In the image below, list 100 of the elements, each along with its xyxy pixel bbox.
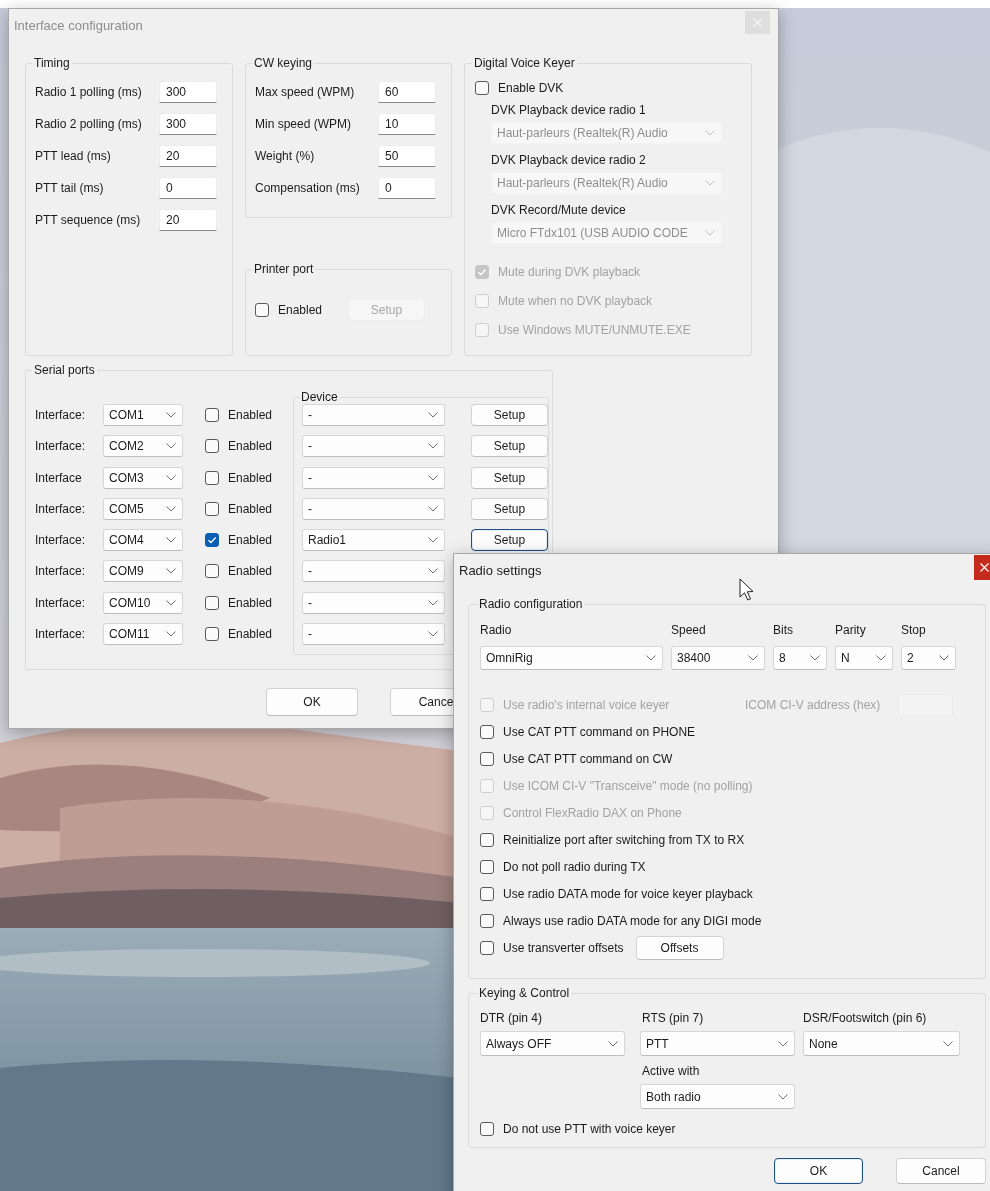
- field-label: PTT lead (ms): [35, 148, 112, 164]
- setup-button[interactable]: Setup: [471, 404, 548, 426]
- input-field[interactable]: 50: [378, 145, 436, 167]
- caret-icon: [166, 599, 176, 606]
- checkbox[interactable]: [255, 303, 269, 317]
- checkbox-label[interactable]: Do not use PTT with voice keyer: [503, 1121, 676, 1137]
- input-field[interactable]: 20: [159, 145, 217, 167]
- dropdown[interactable]: -: [302, 497, 445, 520]
- checkbox[interactable]: [205, 533, 219, 548]
- dropdown[interactable]: -: [302, 560, 445, 583]
- group-title: Device: [300, 390, 339, 404]
- caret-icon: [166, 631, 176, 638]
- dropdown[interactable]: PTT: [640, 1031, 795, 1056]
- checkbox-label[interactable]: Enabled: [228, 532, 273, 549]
- checkbox-label[interactable]: Do not poll radio during TX: [503, 859, 646, 875]
- checkbox-label[interactable]: Enabled: [228, 594, 273, 611]
- field-label: ICOM CI-V address (hex): [745, 697, 882, 713]
- field-label: Parity: [835, 622, 867, 638]
- checkbox-label[interactable]: Use CAT PTT command on PHONE: [503, 724, 696, 740]
- setup-button[interactable]: Setup: [471, 529, 548, 552]
- input-field[interactable]: 300: [159, 81, 217, 103]
- dropdown[interactable]: N: [835, 646, 893, 670]
- checkbox[interactable]: [480, 860, 494, 874]
- dropdown[interactable]: 2: [901, 646, 956, 670]
- checkbox[interactable]: [205, 627, 219, 642]
- checkbox-label[interactable]: Use radio DATA mode for voice keyer playback: [503, 886, 753, 902]
- checkbox[interactable]: [480, 941, 494, 955]
- input-field[interactable]: 0: [378, 177, 436, 199]
- checkbox[interactable]: [205, 470, 219, 485]
- caret-icon: [608, 1040, 618, 1047]
- checkbox[interactable]: [205, 501, 219, 516]
- dropdown[interactable]: COM9: [103, 560, 183, 583]
- dropdown[interactable]: Always OFF: [480, 1031, 625, 1056]
- dropdown[interactable]: COM2: [103, 435, 183, 458]
- caret-icon: [428, 537, 438, 544]
- checkbox-label[interactable]: Enabled: [228, 626, 273, 643]
- checkbox[interactable]: [475, 81, 489, 95]
- dropdown[interactable]: COM11: [103, 623, 183, 646]
- field-label: Interface:: [35, 563, 87, 580]
- checkbox-label[interactable]: Enabled: [228, 407, 273, 423]
- checkbox-label[interactable]: Use transverter offsets: [503, 940, 624, 956]
- checkbox[interactable]: [480, 1122, 494, 1136]
- group-title: Serial ports: [33, 363, 96, 377]
- dropdown[interactable]: None: [803, 1031, 960, 1056]
- dropdown[interactable]: Radio1: [302, 529, 445, 552]
- input-field[interactable]: 300: [159, 113, 217, 135]
- input-field[interactable]: 10: [378, 113, 436, 135]
- checkbox[interactable]: [205, 564, 219, 579]
- caret-icon: [428, 631, 438, 638]
- dropdown[interactable]: -: [302, 435, 445, 458]
- dropdown[interactable]: COM10: [103, 591, 183, 614]
- dropdown[interactable]: -: [302, 623, 445, 646]
- dropdown[interactable]: 8: [773, 646, 827, 670]
- dropdown[interactable]: -: [302, 591, 445, 614]
- checkbox-label[interactable]: Reinitialize port after switching from TX to RX: [503, 832, 745, 848]
- dropdown[interactable]: COM1: [103, 404, 183, 426]
- checkbox-label[interactable]: Enabled: [278, 302, 323, 318]
- field-label: Speed: [671, 622, 707, 638]
- caret-icon: [939, 655, 949, 661]
- caret-icon: [428, 505, 438, 512]
- checkbox[interactable]: [205, 439, 219, 454]
- dropdown[interactable]: Both radio: [640, 1084, 795, 1109]
- field-label: Radio: [480, 622, 513, 638]
- input-field[interactable]: 20: [159, 209, 217, 231]
- checkbox-label[interactable]: Enabled: [228, 469, 273, 486]
- dropdown[interactable]: COM4: [103, 529, 183, 552]
- caret-icon: [428, 599, 438, 606]
- dropdown[interactable]: -: [302, 466, 445, 489]
- group-title: Digital Voice Keyer: [473, 56, 576, 70]
- dropdown[interactable]: OmniRig: [480, 646, 663, 670]
- dropdown[interactable]: COM5: [103, 497, 183, 520]
- ok-button[interactable]: OK: [774, 1158, 863, 1184]
- window-title: Interface configuration: [13, 17, 143, 33]
- setup-button[interactable]: Setup: [471, 435, 548, 458]
- dropdown[interactable]: COM3: [103, 466, 183, 489]
- dropdown[interactable]: -: [302, 404, 445, 426]
- checkbox-label[interactable]: Enabled: [228, 500, 273, 517]
- ok-button[interactable]: OK: [266, 688, 358, 716]
- checkbox[interactable]: [205, 595, 219, 610]
- checkbox[interactable]: [480, 725, 494, 739]
- input-field[interactable]: 0: [159, 177, 217, 199]
- checkbox[interactable]: [205, 408, 219, 422]
- input-field[interactable]: 60: [378, 81, 436, 103]
- checkbox[interactable]: [480, 833, 494, 847]
- checkbox[interactable]: [480, 914, 494, 928]
- setup-button[interactable]: Setup: [471, 497, 548, 520]
- caret-icon: [166, 474, 176, 481]
- cancel-button[interactable]: Cancel: [896, 1158, 986, 1184]
- field-label: Compensation (ms): [255, 180, 361, 196]
- checkbox-label[interactable]: Enabled: [228, 563, 273, 580]
- offsets-button[interactable]: Offsets: [635, 936, 724, 960]
- dropdown[interactable]: 38400: [671, 646, 765, 670]
- checkbox[interactable]: [480, 887, 494, 901]
- checkbox[interactable]: [480, 752, 494, 766]
- checkbox-label[interactable]: Always use radio DATA mode for any DIGI mode: [503, 913, 762, 929]
- checkbox-label[interactable]: Enable DVK: [498, 80, 564, 96]
- checkbox-label[interactable]: Use CAT PTT command on CW: [503, 751, 673, 767]
- field-label: Radio 2 polling (ms): [35, 116, 143, 132]
- setup-button[interactable]: Setup: [471, 466, 548, 489]
- checkbox-label[interactable]: Enabled: [228, 438, 273, 455]
